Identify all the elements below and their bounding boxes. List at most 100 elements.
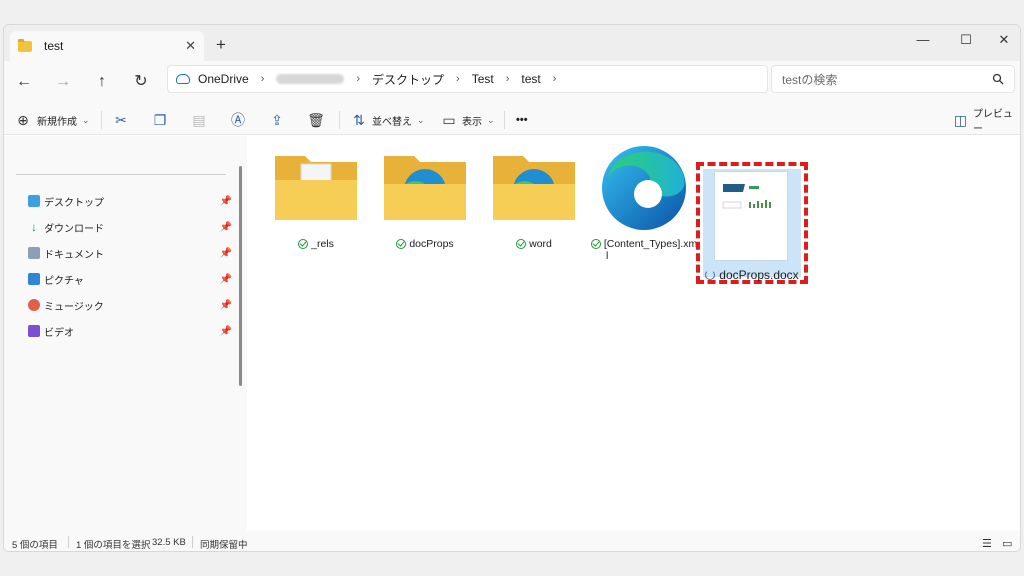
view-icon: ▭	[442, 111, 456, 128]
cut-button[interactable]: ✂	[112, 109, 130, 131]
breadcrumb-separator[interactable]: ›	[356, 73, 360, 85]
breadcrumb-test[interactable]: test	[521, 72, 540, 86]
sidebar-item-label: デスクトップ	[44, 197, 104, 209]
selection-count: 1 個の項目を選択	[76, 540, 151, 551]
rename-button[interactable]: Ⓐ	[229, 109, 247, 131]
sidebar-divider	[16, 174, 226, 175]
pin-icon: 📌	[219, 273, 232, 285]
tiles-view-icon[interactable]: ▭	[1002, 537, 1012, 550]
back-button[interactable]: ←	[10, 69, 38, 95]
folder-icon	[18, 38, 32, 52]
edge-file-icon	[594, 142, 694, 232]
chevron-down-icon: ⌄	[82, 114, 90, 125]
minimize-button[interactable]: —	[904, 29, 942, 51]
trash-icon: 🗑	[307, 111, 325, 128]
search-icon	[992, 73, 1004, 85]
breadcrumb-separator[interactable]: ›	[456, 73, 460, 85]
sort-icon: ⇅	[353, 111, 365, 128]
pin-icon: 📌	[219, 325, 232, 337]
maximize-button[interactable]: ☐	[947, 29, 985, 51]
paste-icon: ▤	[192, 111, 206, 128]
pin-icon: 📌	[219, 299, 232, 311]
tab-title: test	[44, 39, 64, 53]
command-bar: ⊕ 新規作成 ⌄ ✂ ❐ ▤ Ⓐ ⇪ 🗑 ⇅ 並べ替え ⌄ ▭ 表示 ⌄ •••…	[4, 103, 1020, 135]
music-icon	[28, 299, 40, 311]
search-input[interactable]: testの検索	[782, 71, 992, 88]
docx-thumbnail	[715, 172, 787, 260]
sidebar-item-documents[interactable]: ドキュメント 📌	[28, 244, 238, 262]
search-box[interactable]: testの検索	[771, 65, 1015, 93]
file-item[interactable]: word	[484, 146, 584, 250]
sidebar-scrollbar[interactable]	[239, 166, 242, 386]
file-item[interactable]: [Content_Types].xm l	[590, 146, 697, 262]
breadcrumb-separator[interactable]: ›	[553, 73, 557, 85]
desktop-icon	[28, 195, 40, 207]
toolbar-divider	[339, 111, 340, 129]
preview-pane-button[interactable]: ◫ プレビュー	[952, 109, 1020, 135]
sidebar-item-label: ピクチャ	[44, 275, 84, 287]
status-divider	[68, 536, 69, 548]
share-button[interactable]: ⇪	[268, 109, 286, 131]
toolbar-divider	[101, 111, 102, 129]
file-item[interactable]: docProps	[375, 146, 475, 250]
sort-button-label: 並べ替え	[372, 116, 412, 128]
toolbar-divider	[504, 111, 505, 129]
pin-icon: 📌	[219, 195, 232, 207]
synced-check-icon	[590, 239, 601, 249]
sidebar-item-desktop[interactable]: デスクトップ 📌	[28, 192, 238, 210]
breadcrumb-onedrive[interactable]: OneDrive	[198, 72, 249, 86]
address-bar[interactable]: OneDrive › › デスクトップ › Test › test ›	[167, 65, 768, 93]
paste-button[interactable]: ▤	[190, 109, 208, 131]
sidebar-item-music[interactable]: ミュージック 📌	[28, 296, 238, 314]
pin-icon: 📌	[219, 221, 232, 233]
sidebar-item-videos[interactable]: ビデオ 📌	[28, 322, 238, 340]
syncing-icon	[705, 270, 716, 280]
file-list: _rels docProps word [Content_Types].xm l…	[248, 136, 1020, 531]
delete-button[interactable]: 🗑	[307, 109, 325, 131]
copy-button[interactable]: ❐	[151, 109, 169, 131]
breadcrumb-separator[interactable]: ›	[261, 73, 265, 85]
synced-check-icon	[298, 239, 309, 249]
breadcrumb-blurred-user[interactable]	[276, 74, 345, 84]
file-name: docProps.docx	[719, 268, 799, 282]
new-button-label: 新規作成	[37, 116, 77, 128]
new-tab-button[interactable]: +	[216, 35, 226, 55]
file-name: word	[529, 238, 552, 250]
up-button[interactable]: ↑	[88, 69, 116, 95]
download-icon: ↓	[31, 220, 37, 234]
forward-button[interactable]: →	[49, 69, 77, 95]
chevron-down-icon: ⌄	[487, 114, 495, 125]
breadcrumb-desktop[interactable]: デスクトップ	[372, 71, 444, 88]
rename-icon: Ⓐ	[231, 112, 245, 128]
breadcrumb-test-upper[interactable]: Test	[472, 72, 494, 86]
new-button[interactable]: ⊕ 新規作成 ⌄	[14, 109, 90, 131]
plus-circle-icon: ⊕	[17, 111, 29, 128]
details-view-icon[interactable]: ☰	[982, 537, 992, 550]
view-button[interactable]: ▭ 表示 ⌄	[440, 109, 495, 131]
breadcrumb-separator[interactable]: ›	[506, 73, 510, 85]
view-button-label: 表示	[462, 116, 482, 128]
selection-size: 32.5 KB	[152, 537, 186, 548]
folder-icon	[273, 146, 359, 232]
tab-test[interactable]: test ✕	[10, 31, 204, 61]
preview-button-label: プレビュー	[972, 109, 1013, 135]
videos-icon	[28, 325, 40, 337]
more-options-button[interactable]: •••	[516, 109, 528, 131]
sidebar-item-downloads[interactable]: ↓ ダウンロード 📌	[28, 218, 238, 236]
navigation-pane: デスクトップ 📌 ↓ ダウンロード 📌 ドキュメント 📌 ピクチャ 📌 ミュージ…	[4, 136, 247, 531]
file-item[interactable]: _rels	[266, 146, 366, 250]
folder-edge-icon	[491, 146, 577, 232]
file-item-selected[interactable]: docProps.docx	[703, 169, 801, 281]
copy-icon: ❐	[153, 111, 167, 128]
sidebar-item-pictures[interactable]: ピクチャ 📌	[28, 270, 238, 288]
file-name: _rels	[311, 238, 334, 250]
status-divider	[192, 536, 193, 548]
scissors-icon: ✂	[115, 111, 127, 128]
close-button[interactable]: ✕	[985, 29, 1020, 51]
preview-pane-icon: ◫	[953, 111, 968, 128]
chevron-down-icon: ⌄	[417, 114, 425, 125]
file-explorer-window: test ✕ + — ☐ ✕ ← → ↑ ↻ OneDrive › › デスクト…	[3, 24, 1021, 552]
tab-close-icon[interactable]: ✕	[185, 38, 196, 54]
refresh-button[interactable]: ↻	[127, 69, 155, 95]
sort-button[interactable]: ⇅ 並べ替え ⌄	[350, 109, 425, 131]
